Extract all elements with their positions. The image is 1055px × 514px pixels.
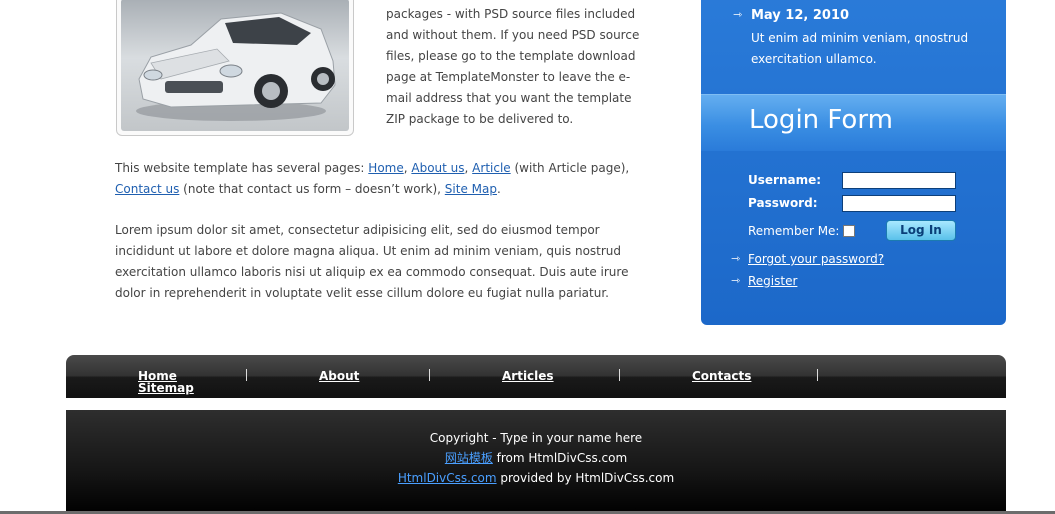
username-input[interactable] <box>842 172 956 189</box>
side-panel: May 12, 2010 Ut enim ad minim veniam, qn… <box>701 0 1006 325</box>
footer-nav-bar: Home About Articles Contacts Sitemap <box>66 355 1006 398</box>
home-link[interactable]: Home <box>368 161 403 175</box>
footer-line-2: 网站模板 from HtmlDivCss.com <box>66 448 1006 468</box>
nav-sitemap-link[interactable]: Sitemap <box>138 381 194 395</box>
nav-separator <box>817 369 818 381</box>
password-input[interactable] <box>842 195 956 212</box>
article-note-text: (with Article page), <box>510 161 630 175</box>
period-text: . <box>496 182 501 196</box>
template-link[interactable]: 网站模板 <box>445 451 493 465</box>
remember-me-checkbox[interactable] <box>843 225 855 237</box>
nav-articles-link[interactable]: Articles <box>502 369 554 383</box>
login-form-header: Login Form <box>701 94 1006 151</box>
nav-separator <box>246 369 247 381</box>
footer-from-text: from HtmlDivCss.com <box>492 451 628 465</box>
site-map-link[interactable]: Site Map <box>445 182 497 196</box>
news-date: May 12, 2010 <box>733 8 849 23</box>
contact-us-link[interactable]: Contact us <box>115 182 179 196</box>
footer: Copyright - Type in your name here 网站模板 … <box>66 410 1006 514</box>
about-us-link[interactable]: About us <box>411 161 464 175</box>
lorem-paragraph: Lorem ipsum dolor sit amet, consectetur … <box>115 223 629 300</box>
login-button[interactable]: Log In <box>886 220 956 241</box>
news-text: Ut enim ad minim veniam, qnostrud exerci… <box>751 31 969 66</box>
pages-paragraph: This website template has several pages:… <box>115 158 645 200</box>
nav-separator <box>429 369 430 381</box>
register-link[interactable]: Register <box>731 274 798 288</box>
car-image-frame <box>116 0 354 136</box>
remember-me-label: Remember Me: <box>748 224 840 238</box>
htmldivcss-link[interactable]: HtmlDivCss.com <box>398 471 497 485</box>
forgot-password-link[interactable]: Forgot your password? <box>731 252 884 266</box>
username-label: Username: <box>748 173 822 187</box>
footer-line-3: HtmlDivCss.com provided by HtmlDivCss.co… <box>66 468 1006 488</box>
footer-provided-text: provided by HtmlDivCss.com <box>496 471 675 485</box>
pages-prefix-text: This website template has several pages: <box>115 161 369 175</box>
article-link[interactable]: Article <box>472 161 511 175</box>
nav-separator <box>619 369 620 381</box>
contact-note-text: (note that contact us form – doesn’t wor… <box>179 182 445 196</box>
car-illustration <box>136 12 336 121</box>
login-form-title: Login Form <box>749 105 893 135</box>
copyright-text: Copyright - Type in your name here <box>429 431 643 445</box>
password-label: Password: <box>748 196 818 210</box>
intro-paragraph: packages - with PSD source files include… <box>386 7 640 126</box>
nav-about-link[interactable]: About <box>319 369 359 383</box>
nav-contacts-link[interactable]: Contacts <box>692 369 751 383</box>
car-image <box>121 0 349 131</box>
